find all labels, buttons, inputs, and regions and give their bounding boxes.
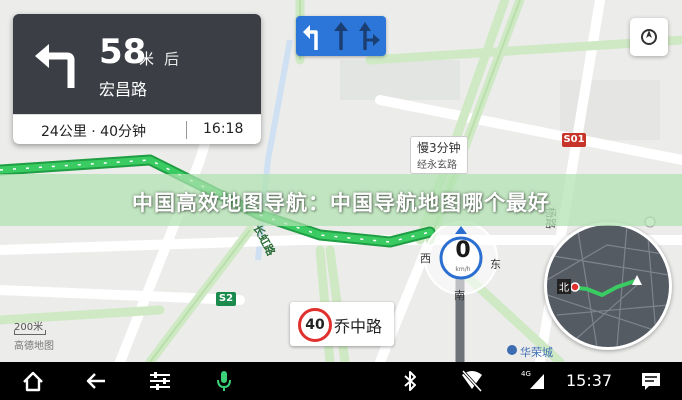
compass-icon [641, 29, 657, 45]
compass-button[interactable] [630, 18, 668, 56]
compass-east-label: 东 [490, 258, 501, 271]
current-road-box: 40 乔中路 [290, 302, 394, 346]
settings-sliders-icon[interactable] [147, 362, 173, 400]
speed-limit-sign: 40 [298, 308, 332, 342]
wifi-off-icon[interactable] [460, 362, 484, 400]
message-icon[interactable] [640, 362, 662, 400]
trip-info-divider [186, 121, 187, 139]
lane-straight-right-icon [359, 22, 380, 50]
map-provider-watermark: 高德地图 [14, 341, 54, 352]
clock: 15:37 [566, 371, 613, 390]
compass-south-label: 南 [454, 289, 465, 302]
traffic-via-text: 经永玄路 [417, 160, 457, 171]
banner-title: 中国高效地图导航：中国导航地图哪个最好 [132, 191, 550, 215]
maneuver-after-label: 后 [164, 50, 180, 68]
traffic-delay-tag[interactable]: 慢3分钟 经永玄路 [410, 136, 468, 174]
turn-left-icon [35, 44, 75, 88]
home-icon[interactable] [20, 362, 46, 400]
lane-straight-icon [334, 22, 348, 50]
maneuver-panel[interactable]: 58 米 后 宏昌路 24公里 · 40分钟 16:18 [13, 14, 261, 144]
highway-badge-s01: S01 [562, 133, 586, 147]
back-icon[interactable] [84, 362, 110, 400]
highway-badge-s2: S2 [216, 292, 236, 306]
minimap-north-label: 北 [557, 279, 571, 294]
lane-turn-left-icon [303, 25, 318, 50]
overview-minimap[interactable]: 北 [544, 222, 672, 350]
maneuver-next-road: 宏昌路 [99, 80, 148, 99]
compass-west-label: 西 [420, 252, 431, 265]
system-bar: 4G 15:37 [0, 362, 682, 400]
trip-eta: 16:18 [203, 121, 244, 137]
lane-guidance [296, 16, 386, 56]
traffic-delay-text: 慢3分钟 [417, 141, 461, 155]
maneuver-distance-unit: 米 [139, 50, 155, 68]
trip-info-bar[interactable]: 24公里 · 40分钟 16:18 [13, 114, 261, 144]
trip-remaining: 24公里 · 40分钟 [41, 124, 146, 140]
map-scale-bar [14, 330, 46, 335]
bluetooth-icon[interactable] [400, 362, 420, 400]
signal-icon [530, 374, 544, 389]
vehicle-speed-value: 0 [455, 238, 471, 263]
current-road-name: 乔中路 [334, 317, 383, 336]
vehicle-speed-unit: km/h [455, 266, 471, 273]
microphone-icon[interactable] [213, 362, 235, 400]
